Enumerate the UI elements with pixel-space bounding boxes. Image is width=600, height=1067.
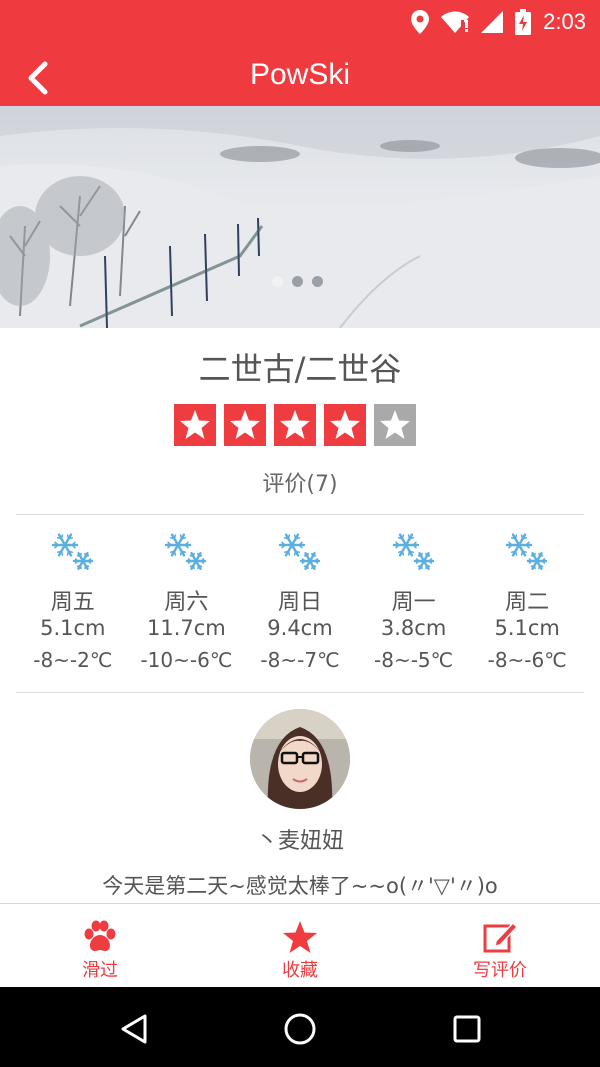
paw-icon (84, 920, 116, 952)
star-icon (283, 921, 317, 953)
bottom-tab-bar: 滑过 收藏 写评价 (0, 903, 600, 987)
tab-label: 滑过 (82, 960, 118, 981)
carousel-dots (272, 276, 323, 287)
review-count-link[interactable]: 评价(7) (0, 466, 600, 498)
snowflake-icon (165, 533, 207, 570)
snowflake-icon (357, 530, 471, 576)
tab-write-review[interactable]: 写评价 (400, 904, 600, 987)
forecast-snow-depth: 11.7cm (147, 616, 226, 640)
location-icon (411, 10, 430, 34)
circle-home-icon (284, 1013, 316, 1045)
app-bar: PowSki (0, 48, 600, 106)
hero-carousel[interactable] (0, 106, 600, 328)
forecast-snow-depth: 3.8cm (380, 616, 447, 640)
snowflake-icon (392, 533, 434, 570)
snowflake-icon (278, 533, 321, 570)
battery-icon (515, 9, 532, 35)
forecast-day-label: 周五 (50, 590, 95, 615)
avatar-photo (250, 709, 350, 809)
app-title: PowSki (249, 58, 351, 91)
avatar[interactable] (250, 709, 350, 809)
snowflake-icon (470, 530, 584, 576)
nav-home-button[interactable] (280, 1009, 320, 1049)
forecast-day: 周五 5.1cm -8~-2℃ (16, 530, 130, 680)
star-icon (330, 410, 360, 439)
system-nav-bar (0, 987, 600, 1067)
forecast-snow-depth: 9.4cm (267, 616, 333, 640)
snowflake-icon (243, 530, 357, 576)
divider (16, 514, 584, 515)
forecast-day-label: 周二 (505, 590, 550, 615)
forecast-day-label: 周日 (277, 590, 322, 615)
wifi-icon (441, 11, 470, 33)
forecast-temp: -8~-7℃ (260, 648, 340, 672)
rating-star-filled (174, 404, 216, 446)
forecast-day: 周一 3.8cm -8~-5℃ (357, 530, 471, 680)
forecast-day-label: 周一 (391, 590, 436, 615)
forecast-snow-depth: 5.1cm (40, 616, 106, 640)
snowflake-icon (505, 533, 548, 570)
star-icon (280, 410, 310, 439)
star-icon (180, 410, 210, 439)
snow-forecast: 周五 5.1cm -8~-2℃ 周六 11.7cm -10~-6℃ 周日 9.4… (16, 530, 584, 680)
star-icon (230, 410, 260, 439)
carousel-dot[interactable] (312, 276, 323, 287)
carousel-dot[interactable] (272, 276, 283, 287)
tab-label: 写评价 (473, 960, 527, 981)
tab-favorite[interactable]: 收藏 (200, 904, 400, 987)
star-icon (380, 410, 410, 439)
nav-recents-button[interactable] (447, 1009, 487, 1049)
rating-star-filled (274, 404, 316, 446)
forecast-snow-depth: 5.1cm (494, 616, 560, 640)
tab-label: 收藏 (282, 960, 318, 981)
forecast-day: 周二 5.1cm -8~-6℃ (470, 530, 584, 680)
resort-name: 二世古/二世谷 (198, 350, 402, 388)
forecast-temp: -10~-6℃ (140, 648, 233, 672)
status-time: 2:03 (543, 9, 586, 34)
square-recents-icon (453, 1015, 481, 1043)
rating-star-empty (374, 404, 416, 446)
forecast-temp: -8~-2℃ (33, 648, 113, 672)
ski-slope-photo (0, 106, 600, 328)
forecast-day: 周六 11.7cm -10~-6℃ (130, 530, 244, 680)
review-text: 今天是第二天~感觉太棒了~~o(〃'▽'〃)o (102, 874, 498, 898)
rating-stars (174, 404, 416, 446)
forecast-temp: -8~-6℃ (487, 648, 567, 672)
nav-back-button[interactable] (114, 1009, 154, 1049)
rating-star-filled (224, 404, 266, 446)
snowflake-icon (130, 530, 244, 576)
snowflake-icon (51, 533, 93, 570)
edit-icon (483, 921, 518, 953)
signal-icon (481, 11, 504, 33)
forecast-day: 周日 9.4cm -8~-7℃ (243, 530, 357, 680)
status-icons: 2:03 (411, 8, 586, 36)
reviewer-name: 丶麦妞妞 (255, 829, 344, 854)
triangle-back-icon (121, 1014, 147, 1044)
divider (16, 692, 584, 693)
forecast-day-label: 周六 (164, 590, 209, 615)
status-bar: 2:03 (0, 0, 600, 48)
carousel-dot[interactable] (292, 276, 303, 287)
forecast-temp: -8~-5℃ (374, 648, 454, 672)
rating-star-filled (324, 404, 366, 446)
tab-skied[interactable]: 滑过 (0, 904, 200, 987)
snowflake-icon (16, 530, 130, 576)
